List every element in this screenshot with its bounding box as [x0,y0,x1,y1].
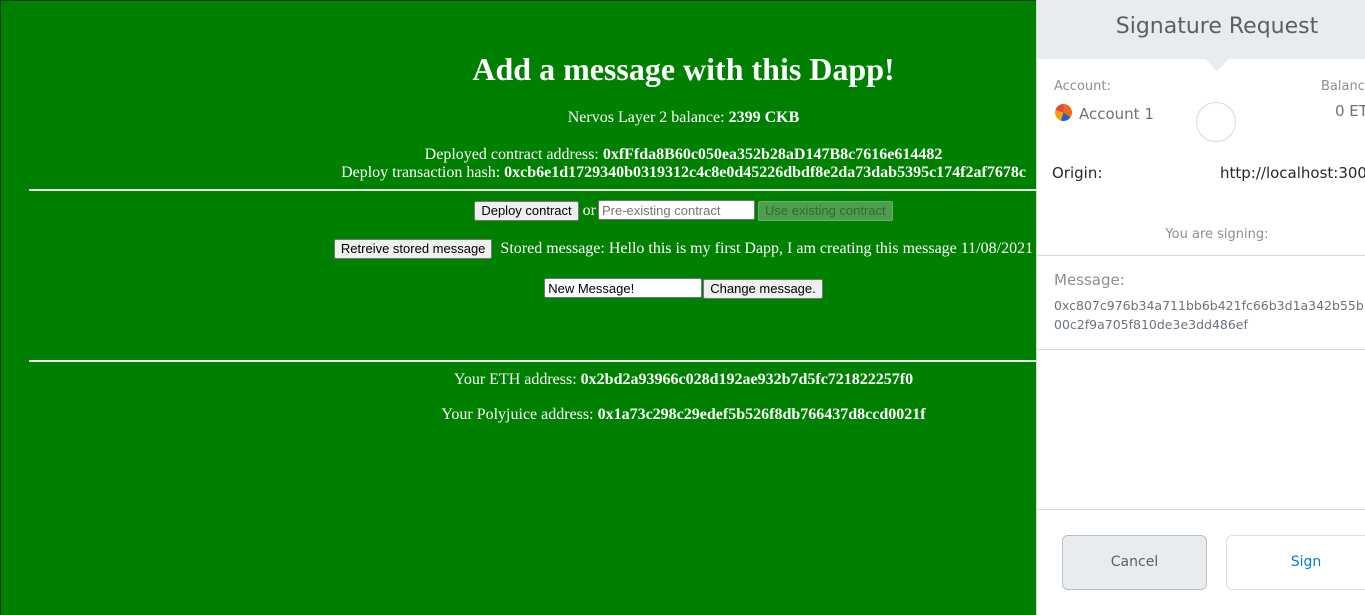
account-label: Account: [1054,79,1111,94]
eth-address-label: Your ETH address: [453,371,577,388]
balance-label: Balanc [1321,79,1365,94]
deploy-tx-value: 0xcb6e1d1729340b0319312c4c8e0d45226dbdf8… [504,164,1026,181]
existing-contract-input[interactable] [597,200,755,220]
origin-label: Origin: [1052,164,1103,182]
or-text: or [582,201,596,219]
origin-value: http://localhost:300 [1220,164,1365,182]
message-line-1: 0xc807c976b34a711bb6b421fc66b3d1a342b55b [1054,298,1364,313]
contract-address-label: Deployed contract address: [424,146,599,163]
contract-address-value: 0xfFfda8B60c050ea352b28aD147B8c7616e6144… [602,146,943,163]
balance-value: 0 ET [1335,102,1365,120]
popup-footer: Cancel Sign [1037,509,1365,615]
popup-title: Signature Request [1115,14,1319,39]
sign-button[interactable]: Sign [1226,535,1365,590]
change-message-button[interactable]: Change message. [703,278,823,299]
popup-header: Signature Request [1037,0,1365,59]
polyjuice-address-label: Your Polyjuice address: [441,406,594,423]
deploy-tx-label: Deploy transaction hash: [341,164,501,181]
retrieve-message-button[interactable]: Retreive stored message [333,239,493,259]
stored-message-text: Stored message: Hello this is my first D… [500,240,1034,257]
new-message-input[interactable] [544,278,703,298]
message-line-2: 00c2f9a705f810de3e3dd486ef [1054,317,1248,332]
polyjuice-address-value: 0x1a73c298c29edef5b526f8db766437d8ccd002… [597,406,926,423]
balance-label: Nervos Layer 2 balance: [567,109,725,126]
header-notch [1205,59,1229,71]
metamask-signature-popup: Signature Request Account: Account 1 Bal… [1036,0,1365,615]
message-box: Message: 0xc807c976b34a711bb6b421fc66b3d… [1037,255,1365,350]
eth-address-value: 0x2bd2a93966c028d192ae932b7d5fc721822257… [580,371,914,388]
balance-value: 2399 CKB [728,109,800,126]
cancel-button[interactable]: Cancel [1062,535,1207,590]
account-name[interactable]: Account 1 [1079,105,1154,123]
origin-site-icon [1196,102,1236,142]
signing-caption: You are signing: [1165,227,1269,242]
message-label: Message: [1054,271,1125,289]
account-avatar-icon [1055,104,1072,121]
deploy-contract-button[interactable]: Deploy contract [474,200,579,221]
message-content[interactable]: 0xc807c976b34a711bb6b421fc66b3d1a342b55b… [1054,296,1365,334]
use-existing-contract-button[interactable]: Use existing contract [757,200,893,221]
